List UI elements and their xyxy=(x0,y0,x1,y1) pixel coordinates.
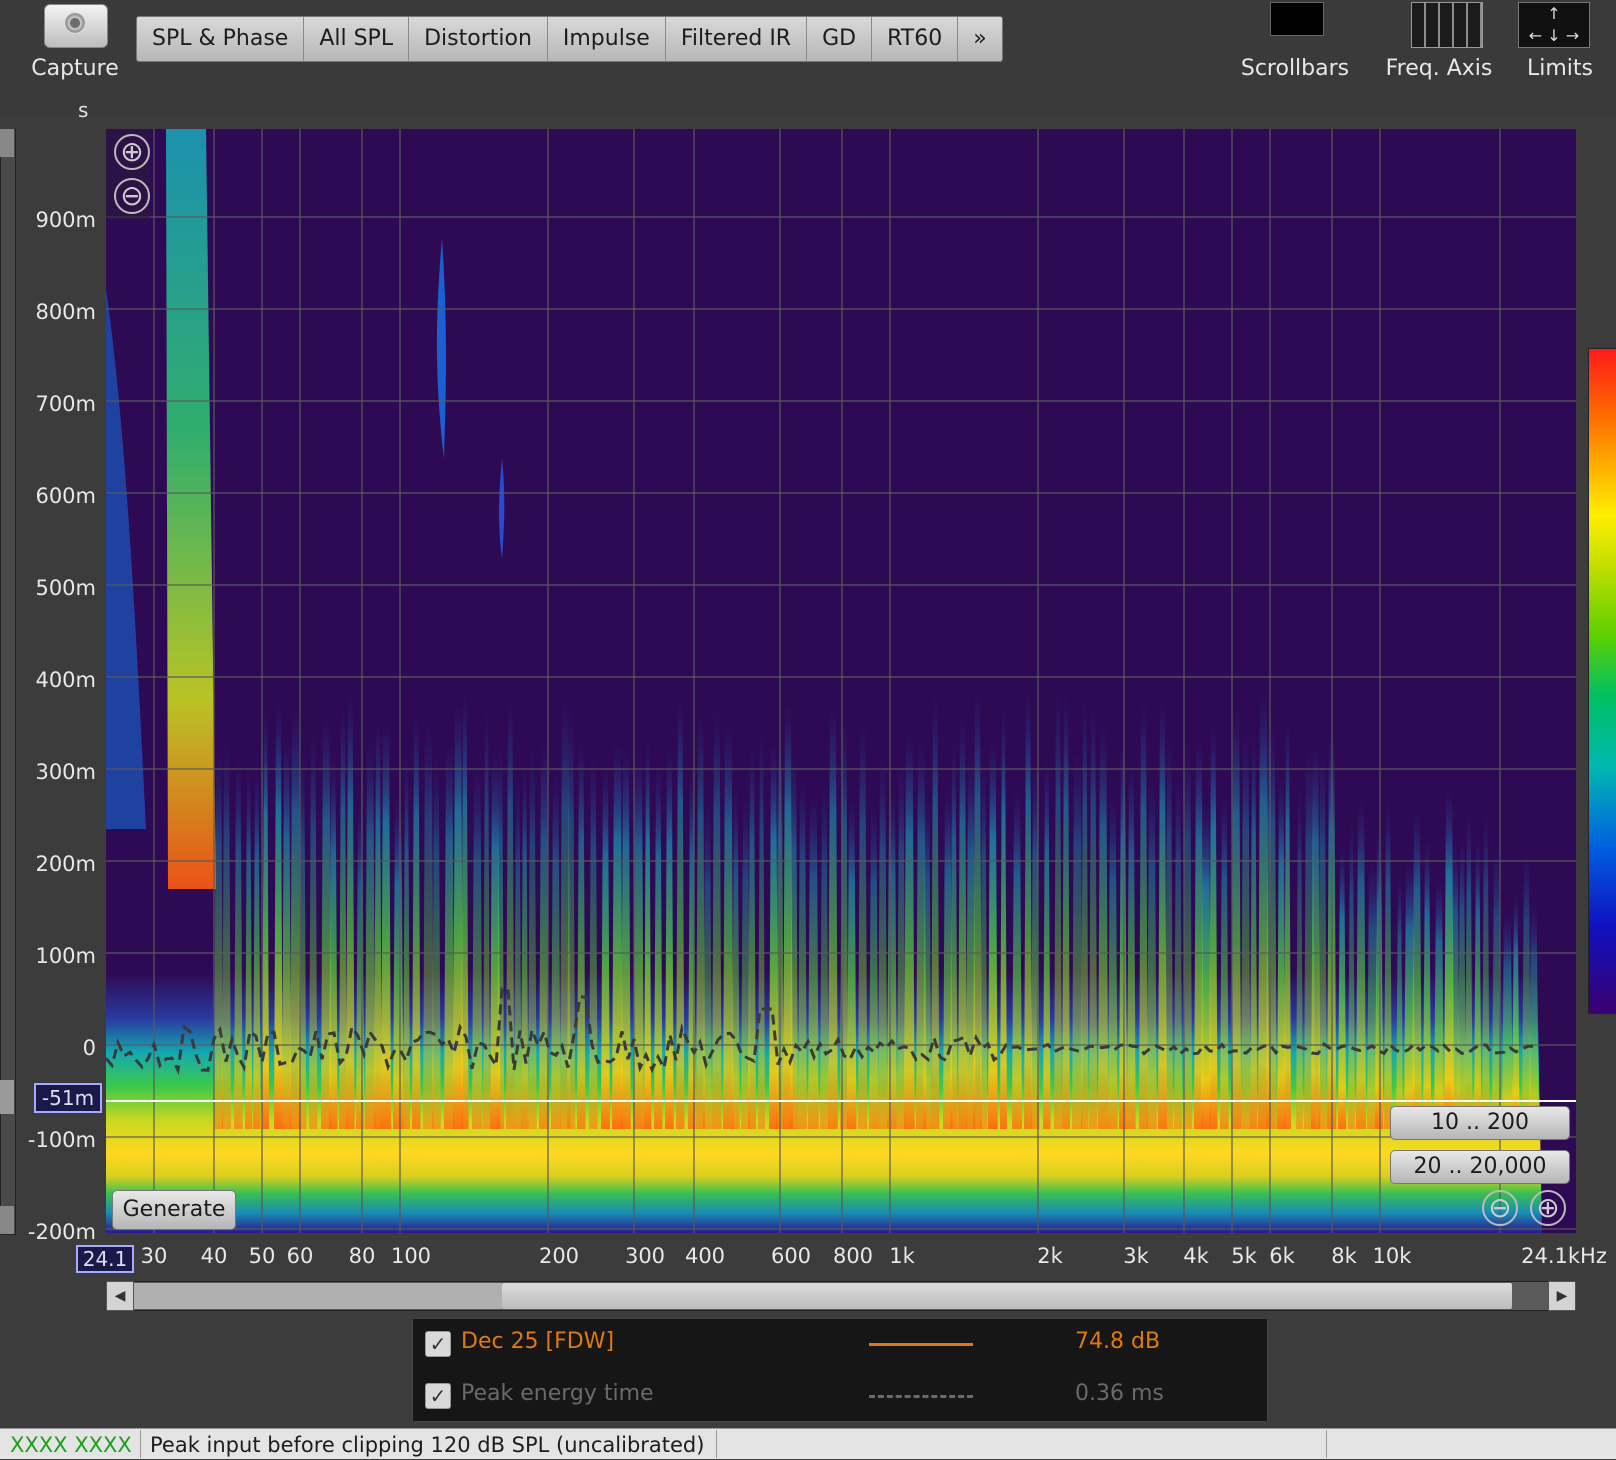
freq-axis-label: Freq. Axis xyxy=(1385,56,1493,81)
legend-checkbox-measurement[interactable]: ✓ xyxy=(425,1331,451,1357)
status-separator xyxy=(716,1430,717,1458)
scrollbars-button[interactable]: Scrollbars xyxy=(1232,0,1358,90)
freq-axis-button[interactable]: Freq. Axis xyxy=(1374,0,1504,90)
x-tick: 5k xyxy=(1231,1244,1257,1268)
range-20-20000-button[interactable]: 20 .. 20,000 xyxy=(1390,1150,1570,1184)
y-tick: 300m xyxy=(35,760,96,784)
x-tick: 800 xyxy=(832,1244,874,1268)
y-tick: -100m xyxy=(27,1128,96,1152)
x-tick: 100 xyxy=(390,1244,432,1268)
y-tick: 900m xyxy=(35,208,96,232)
y-tick: 400m xyxy=(35,668,96,692)
limits-arrows-icon: ↑ ← ↓ → xyxy=(1518,2,1590,48)
cursor-y-readout: -51m xyxy=(34,1083,102,1113)
legend-line-solid xyxy=(869,1343,973,1346)
limits-button[interactable]: ↑ ← ↓ → Limits xyxy=(1510,0,1610,90)
status-message: Peak input before clipping 120 dB SPL (u… xyxy=(150,1433,705,1457)
zoom-out-icon[interactable]: ⊖ xyxy=(114,178,150,214)
y-tick: 200m xyxy=(35,852,96,876)
x-tick: 2k xyxy=(1037,1244,1063,1268)
x-tick: 6k xyxy=(1269,1244,1295,1268)
legend-name: Peak energy time xyxy=(461,1381,654,1406)
x-tick: 1k xyxy=(889,1244,915,1268)
y-tick: -200m xyxy=(27,1220,96,1244)
y-tick: 500m xyxy=(35,576,96,600)
legend-row-peak-energy: ✓ Peak energy time 0.36 ms xyxy=(425,1375,1255,1415)
y-tick: 0 xyxy=(82,1036,96,1060)
color-scale-bar xyxy=(1588,348,1616,1014)
x-tick: 3k xyxy=(1123,1244,1149,1268)
zoom-in-icon[interactable]: ⊕ xyxy=(114,134,150,170)
legend-row-measurement: ✓ Dec 25 [FDW] 74.8 dB xyxy=(425,1323,1255,1363)
x-tick: 40 xyxy=(200,1244,228,1268)
x-tick: 50 xyxy=(248,1244,276,1268)
tab-impulse[interactable]: Impulse xyxy=(548,17,666,61)
tab-filtered-ir[interactable]: Filtered IR xyxy=(666,17,808,61)
y-tick: 700m xyxy=(35,392,96,416)
y-axis-ticks: 900m 800m 700m 600m 500m 400m 300m 200m … xyxy=(0,0,100,1458)
y-tick: 100m xyxy=(35,944,96,968)
x-tick: 30 xyxy=(140,1244,168,1268)
x-tick: 200 xyxy=(538,1244,580,1268)
tab-rt60[interactable]: RT60 xyxy=(872,17,959,61)
status-separator xyxy=(1326,1430,1327,1458)
limits-label: Limits xyxy=(1527,56,1593,81)
tab-spl-phase[interactable]: SPL & Phase xyxy=(137,17,305,61)
x-tick: 60 xyxy=(286,1244,314,1268)
more-tabs-button[interactable]: » xyxy=(958,17,1001,61)
legend-value: 74.8 dB xyxy=(1075,1329,1161,1354)
legend-value: 0.36 ms xyxy=(1075,1381,1164,1406)
x-tick: 10k xyxy=(1372,1244,1412,1268)
scrollbars-label: Scrollbars xyxy=(1240,56,1350,81)
tab-all-spl[interactable]: All SPL xyxy=(304,17,410,61)
x-tick: 24.1kHz xyxy=(1521,1244,1607,1268)
legend-panel: ✓ Dec 25 [FDW] 74.8 dB ✓ Peak energy tim… xyxy=(412,1318,1268,1422)
y-tick: 800m xyxy=(35,300,96,324)
y-tick: 600m xyxy=(35,484,96,508)
status-indicator: XXXX XXXX xyxy=(10,1433,132,1457)
status-separator xyxy=(140,1430,141,1458)
tab-gd[interactable]: GD xyxy=(807,17,873,61)
freq-axis-icon xyxy=(1411,2,1483,48)
zoom-out-x-icon[interactable]: ⊖ xyxy=(1482,1190,1518,1226)
legend-name: Dec 25 [FDW] xyxy=(461,1329,615,1354)
generate-button[interactable]: Generate xyxy=(112,1190,236,1230)
range-10-200-button[interactable]: 10 .. 200 xyxy=(1390,1106,1570,1140)
x-tick: 600 xyxy=(770,1244,812,1268)
x-tick: 400 xyxy=(684,1244,726,1268)
legend-line-dashed xyxy=(869,1395,973,1398)
tab-distortion[interactable]: Distortion xyxy=(409,17,548,61)
zoom-in-x-icon[interactable]: ⊕ xyxy=(1530,1190,1566,1226)
x-tick: 80 xyxy=(348,1244,376,1268)
cursor-x-readout: 24.1 xyxy=(76,1245,134,1273)
x-tick: 300 xyxy=(624,1244,666,1268)
x-tick: 4k xyxy=(1183,1244,1209,1268)
graph-tabs: SPL & Phase All SPL Distortion Impulse F… xyxy=(136,16,1003,62)
scrollbars-icon xyxy=(1270,2,1324,36)
x-scroll-track[interactable] xyxy=(134,1283,502,1309)
scroll-left-arrow-icon[interactable]: ◀ xyxy=(106,1281,134,1311)
scroll-right-arrow-icon[interactable]: ▶ xyxy=(1548,1281,1576,1311)
x-scroll-thumb[interactable] xyxy=(502,1283,1512,1309)
legend-checkbox-peak-energy[interactable]: ✓ xyxy=(425,1383,451,1409)
x-tick: 8k xyxy=(1331,1244,1357,1268)
spectrogram-plot[interactable] xyxy=(106,129,1576,1233)
